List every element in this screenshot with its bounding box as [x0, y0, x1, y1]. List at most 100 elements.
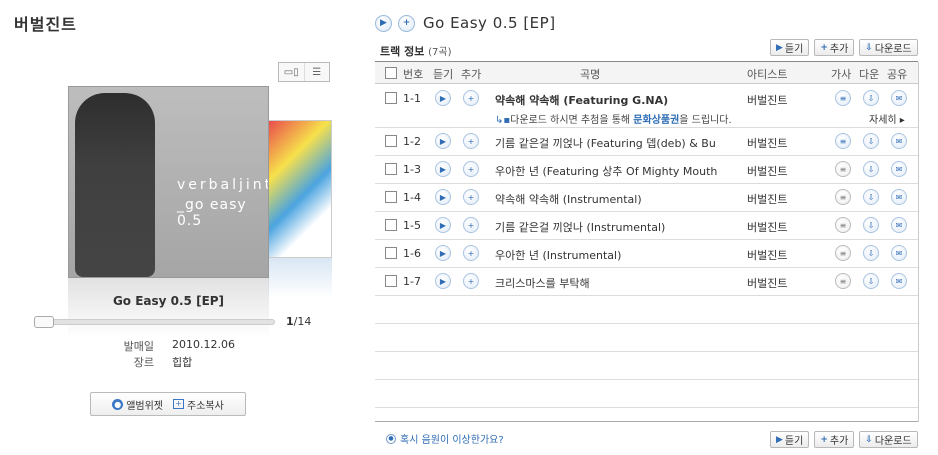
listen-button-bottom[interactable]: ▶ 듣기	[770, 431, 810, 448]
release-date-row: 발매일 2010.12.06	[110, 338, 235, 354]
album-slider-thumb[interactable]	[34, 316, 54, 328]
share-icon[interactable]: ✉	[891, 133, 907, 149]
track-checkbox[interactable]	[385, 247, 397, 259]
play-track-icon[interactable]: ▶	[435, 161, 451, 177]
share-icon[interactable]: ✉	[891, 90, 907, 106]
add-track-icon[interactable]: +	[463, 189, 479, 205]
view-toggle[interactable]: ▭▯ ☰	[278, 62, 330, 82]
play-track-icon[interactable]: ▶	[435, 90, 451, 106]
track-title[interactable]: 우아한 년 (Instrumental)	[495, 247, 735, 263]
play-track-icon[interactable]: ▶	[435, 133, 451, 149]
track-title[interactable]: 약속해 약속해 (Instrumental)	[495, 191, 735, 207]
track-checkbox[interactable]	[385, 163, 397, 175]
select-all-checkbox[interactable]	[385, 67, 397, 79]
download-track-icon[interactable]: ⇩	[863, 133, 879, 149]
track-row: 1-6 ▶ + 우아한 년 (Instrumental) 버벌진트 ≡ ⇩ ✉	[375, 240, 918, 268]
add-button-top[interactable]: + 추가	[814, 39, 855, 56]
track-title[interactable]: 우아한 년 (Featuring 상추 Of Mighty Mouth	[495, 163, 735, 179]
download-track-icon[interactable]: ⇩	[863, 245, 879, 261]
track-title[interactable]: 크리스마스를 부탁해	[495, 275, 735, 291]
track-number: 1-4	[403, 191, 421, 204]
play-track-icon[interactable]: ▶	[435, 189, 451, 205]
play-track-icon[interactable]: ▶	[435, 273, 451, 289]
track-artist[interactable]: 버벌진트	[747, 219, 787, 235]
download-track-icon[interactable]: ⇩	[863, 90, 879, 106]
lyrics-icon[interactable]: ≡	[835, 90, 851, 106]
download-track-icon[interactable]: ⇩	[863, 161, 879, 177]
track-row: 1-4 ▶ + 약속해 약속해 (Instrumental) 버벌진트 ≡ ⇩ ✉	[375, 184, 918, 212]
col-listen: 듣기	[433, 68, 454, 81]
track-artist[interactable]: 버벌진트	[747, 275, 787, 291]
add-track-icon[interactable]: +	[463, 133, 479, 149]
play-all-icon[interactable]: ▶	[375, 14, 392, 32]
share-icon[interactable]: ✉	[891, 217, 907, 233]
album-widget-bar: ● 앨범위젯 + 주소복사	[90, 392, 246, 416]
track-artist[interactable]: 버벌진트	[747, 92, 787, 108]
copy-icon: +	[173, 399, 184, 409]
play-icon: ▶	[776, 434, 783, 445]
track-title[interactable]: 약속해 약속해 (Featuring G.NA)	[495, 92, 735, 108]
track-number: 1-2	[403, 135, 421, 148]
add-all-icon[interactable]: +	[398, 14, 415, 32]
album-header: ▶ + Go Easy 0.5 [EP]	[375, 14, 556, 32]
col-lyrics: 가사	[831, 68, 852, 81]
next-album-cover[interactable]	[268, 120, 332, 258]
album-widget-button[interactable]: ● 앨범위젯	[112, 397, 163, 412]
lyrics-icon[interactable]: ≡	[835, 133, 851, 149]
play-track-icon[interactable]: ▶	[435, 245, 451, 261]
download-button-top[interactable]: ⇩ 다운로드	[859, 39, 918, 56]
track-checkbox[interactable]	[385, 191, 397, 203]
track-title[interactable]: 기름 같은걸 끼얹나 (Featuring 뎁(deb) & Bu	[495, 135, 735, 151]
copy-address-button[interactable]: + 주소복사	[173, 397, 224, 412]
track-checkbox[interactable]	[385, 219, 397, 231]
track-row: 1-3 ▶ + 우아한 년 (Featuring 상추 Of Mighty Mouth…	[375, 156, 918, 184]
album-slider-track[interactable]	[34, 319, 275, 325]
lyrics-icon[interactable]: ≡	[835, 161, 851, 177]
lyrics-icon[interactable]: ≡	[835, 189, 851, 205]
track-artist[interactable]: 버벌진트	[747, 247, 787, 263]
list-view-icon[interactable]: ☰	[305, 63, 330, 81]
listen-label: 듣기	[784, 436, 804, 447]
album-cover[interactable]: verbaljint _go easy 0.5	[68, 86, 269, 278]
track-artist[interactable]: 버벌진트	[747, 163, 787, 179]
widget-icon: ●	[112, 398, 124, 410]
more-arrow-icon: ▸	[896, 115, 905, 126]
download-track-icon[interactable]: ⇩	[863, 189, 879, 205]
empty-row	[375, 380, 918, 408]
share-icon[interactable]: ✉	[891, 161, 907, 177]
promo-highlight[interactable]: 문화상품권	[633, 115, 679, 126]
artist-name: 버벌진트	[14, 15, 77, 34]
download-track-icon[interactable]: ⇩	[863, 273, 879, 289]
download-button-bottom[interactable]: ⇩ 다운로드	[859, 431, 918, 448]
empty-row	[375, 296, 918, 324]
share-icon[interactable]: ✉	[891, 245, 907, 261]
add-track-icon[interactable]: +	[463, 161, 479, 177]
lyrics-icon[interactable]: ≡	[835, 273, 851, 289]
track-checkbox[interactable]	[385, 92, 397, 104]
track-checkbox[interactable]	[385, 275, 397, 287]
listen-button-top[interactable]: ▶ 듣기	[770, 39, 810, 56]
release-date-value: 2010.12.06	[172, 338, 235, 351]
track-artist[interactable]: 버벌진트	[747, 191, 787, 207]
add-track-icon[interactable]: +	[463, 90, 479, 106]
cover-flow-view-icon[interactable]: ▭▯	[279, 63, 305, 81]
add-track-icon[interactable]: +	[463, 217, 479, 233]
promo-more-link[interactable]: 자세히 ▸	[869, 111, 905, 126]
play-track-icon[interactable]: ▶	[435, 217, 451, 233]
lyrics-icon[interactable]: ≡	[835, 217, 851, 233]
report-audio-link[interactable]: ● 혹시 음원이 이상한가요?	[386, 431, 504, 446]
add-track-icon[interactable]: +	[463, 245, 479, 261]
add-track-icon[interactable]: +	[463, 273, 479, 289]
track-artist[interactable]: 버벌진트	[747, 135, 787, 151]
track-info-label: 트랙 정보	[380, 45, 425, 58]
track-checkbox[interactable]	[385, 135, 397, 147]
add-button-bottom[interactable]: + 추가	[814, 431, 855, 448]
track-number: 1-5	[403, 219, 421, 232]
download-label: 다운로드	[874, 436, 912, 447]
download-track-icon[interactable]: ⇩	[863, 217, 879, 233]
lyrics-icon[interactable]: ≡	[835, 245, 851, 261]
track-number: 1-7	[403, 275, 421, 288]
track-title[interactable]: 기름 같은걸 끼얹나 (Instrumental)	[495, 219, 735, 235]
share-icon[interactable]: ✉	[891, 189, 907, 205]
share-icon[interactable]: ✉	[891, 273, 907, 289]
